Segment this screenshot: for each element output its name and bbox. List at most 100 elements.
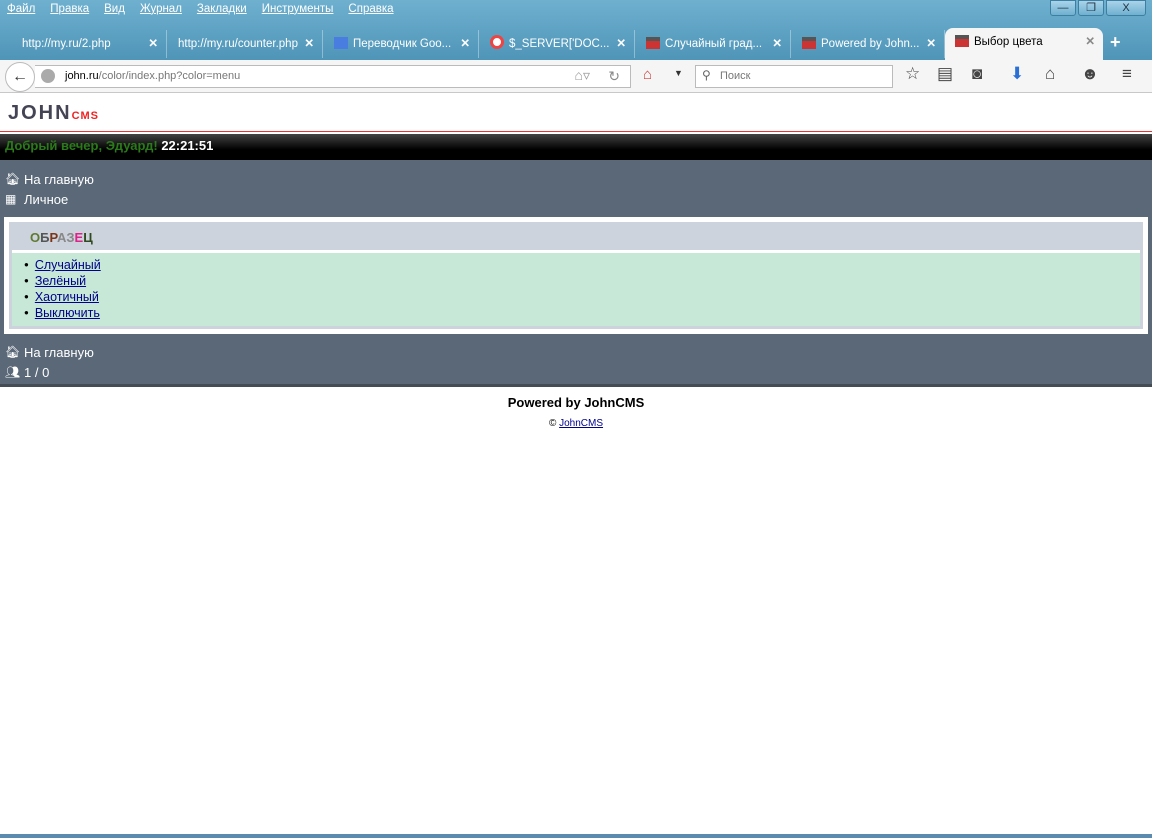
close-tab-icon[interactable]: ✕ [304, 30, 314, 58]
footer: Powered by JohnCMS © JohnCMS [0, 395, 1152, 429]
sample-letter: З [66, 230, 75, 245]
tab-strip: http://my.ru/2.php ✕ http://my.ru/counter… [0, 28, 1152, 60]
url-host: john.ru [65, 70, 99, 82]
tab-label: Переводчик Goo... [353, 38, 452, 50]
page-content: JOHNCMS Добрый вечер, Эдуард! 22:21:51 🏠… [0, 96, 1152, 429]
close-window-button[interactable]: X [1106, 0, 1146, 16]
online-counter[interactable]: 👥︎ 1 / 0 [5, 362, 1147, 382]
johncms-icon [646, 37, 660, 49]
menu-bar: Файл Правка Вид Журнал Закладки Инструме… [7, 3, 409, 15]
url-path: /color/index.php?color=menu [98, 70, 241, 82]
taskbar-edge [0, 834, 1152, 838]
hello-icon[interactable]: ☻ [1081, 64, 1099, 84]
powered-by: Powered by JohnCMS [507, 395, 645, 410]
site-home-icon[interactable]: ⌂▿ [575, 67, 590, 84]
reload-icon[interactable]: ↻ [608, 68, 620, 85]
nav-personal-link[interactable]: ▦ Личное [5, 189, 1147, 209]
sample-letter: А [57, 230, 67, 245]
copyright-symbol: © [548, 418, 557, 429]
option-green[interactable]: Зелёный [35, 274, 86, 288]
restore-button[interactable]: ❐ [1078, 0, 1104, 16]
back-button[interactable]: ← [5, 62, 35, 92]
home-icon: 🏠︎ [5, 345, 21, 359]
menu-edit[interactable]: Правка [50, 3, 89, 15]
close-tab-icon[interactable]: ✕ [460, 30, 470, 58]
home-icon: 🏠︎ [5, 172, 21, 186]
main-panel: 🏠︎На главную ▦Личное ОБРАЗЕЦ Случайный З… [0, 160, 1152, 387]
list-item: Зелёный [24, 274, 1140, 290]
color-box: ОБРАЗЕЦ Случайный Зелёный Хаотичный Выкл… [4, 217, 1148, 334]
users-icon: 👥︎ [5, 365, 21, 379]
johncms-icon [802, 37, 816, 49]
tab-label: http://my.ru/2.php [22, 38, 111, 50]
online-count: 1 / 0 [24, 364, 50, 380]
tab[interactable]: http://my.ru/counter.php ✕ [168, 30, 323, 58]
minimize-button[interactable]: — [1050, 0, 1076, 16]
tab-label: Выбор цвета [974, 36, 1043, 48]
close-tab-icon[interactable]: ✕ [926, 30, 936, 58]
greeting-text: Добрый вечер, Эдуард! [5, 138, 158, 153]
home-icon[interactable]: ⌂ [1045, 64, 1055, 84]
menu-history[interactable]: Журнал [140, 3, 182, 15]
tab[interactable]: Powered by John... ✕ [792, 30, 945, 58]
menu-file[interactable]: Файл [7, 3, 35, 15]
sample-letter: Е [74, 230, 84, 245]
globe-icon [41, 69, 55, 83]
list-item: Выключить [24, 306, 1140, 322]
download-icon[interactable]: ⬇ [1010, 64, 1024, 84]
nav-home-link[interactable]: 🏠︎ На главную [5, 169, 1147, 189]
tab[interactable]: http://my.ru/2.php ✕ [12, 30, 167, 58]
close-tab-icon[interactable]: ✕ [616, 30, 626, 58]
reading-list-icon[interactable]: ▤ [937, 64, 953, 84]
tab-label: Случайный град... [665, 38, 763, 50]
url-bar[interactable]: john.ru/color/index.php?color=menu ⌂▿ ↻ [35, 65, 631, 88]
option-random[interactable]: Случайный [35, 258, 101, 272]
google-icon [490, 35, 504, 49]
option-off[interactable]: Выключить [35, 306, 100, 320]
search-icon: ⚲ [702, 68, 711, 82]
menu-bookmarks[interactable]: Закладки [197, 3, 247, 15]
bookmark-star-icon[interactable]: ☆ [905, 64, 920, 84]
tab-label: Powered by John... [821, 38, 920, 50]
nav-label: Личное [24, 191, 69, 207]
close-tab-icon[interactable]: ✕ [148, 30, 158, 58]
close-tab-icon[interactable]: ✕ [1085, 28, 1095, 56]
list-item: Случайный [24, 258, 1140, 274]
tab[interactable]: $_SERVER['DOC... ✕ [480, 30, 635, 58]
menu-help[interactable]: Справка [348, 3, 393, 15]
close-tab-icon[interactable]: ✕ [772, 30, 782, 58]
menu-view[interactable]: Вид [104, 3, 125, 15]
greeting-bar: Добрый вечер, Эдуард! 22:21:51 [0, 134, 1152, 160]
tab-label: $_SERVER['DOC... [509, 38, 610, 50]
tab[interactable]: Случайный град... ✕ [636, 30, 791, 58]
nav-home-link-bottom[interactable]: 🏠︎ На главную [5, 342, 1147, 362]
logo-cms: CMS [71, 110, 100, 122]
home-page-icon[interactable]: ⌂ [643, 66, 652, 83]
option-chaotic[interactable]: Хаотичный [35, 290, 99, 304]
johncms-logo[interactable]: JOHNCMS [0, 96, 1152, 130]
browser-chrome: Файл Правка Вид Журнал Закладки Инструме… [0, 0, 1152, 60]
tab-active[interactable]: Выбор цвета ✕ [945, 28, 1103, 60]
nav-label: На главную [24, 171, 94, 187]
sample-letter: О [30, 230, 41, 245]
clock: 22:21:51 [161, 138, 214, 153]
search-input[interactable]: ⚲ Поиск [695, 65, 893, 88]
new-tab-button[interactable]: + [1110, 32, 1121, 53]
menu-tools[interactable]: Инструменты [262, 3, 334, 15]
list-item: Хаотичный [24, 290, 1140, 306]
johncms-link[interactable]: JohnCMS [559, 418, 603, 429]
color-options: Случайный Зелёный Хаотичный Выключить [12, 253, 1140, 326]
johncms-icon [955, 35, 969, 47]
tab[interactable]: Переводчик Goo... ✕ [324, 30, 479, 58]
pocket-icon[interactable]: ◙ [972, 64, 982, 84]
dropdown-icon[interactable]: ▼ [674, 68, 683, 78]
grid-icon: ▦ [5, 192, 17, 206]
search-placeholder: Поиск [720, 70, 751, 82]
tab-label: http://my.ru/counter.php [178, 38, 298, 50]
sample-heading: ОБРАЗЕЦ [12, 225, 1140, 253]
google-translate-icon [334, 37, 348, 49]
logo-john: JOHN [8, 102, 72, 124]
nav-label: На главную [24, 344, 94, 360]
sample-letter: Р [49, 230, 57, 245]
hamburger-menu-icon[interactable]: ≡ [1122, 64, 1132, 84]
